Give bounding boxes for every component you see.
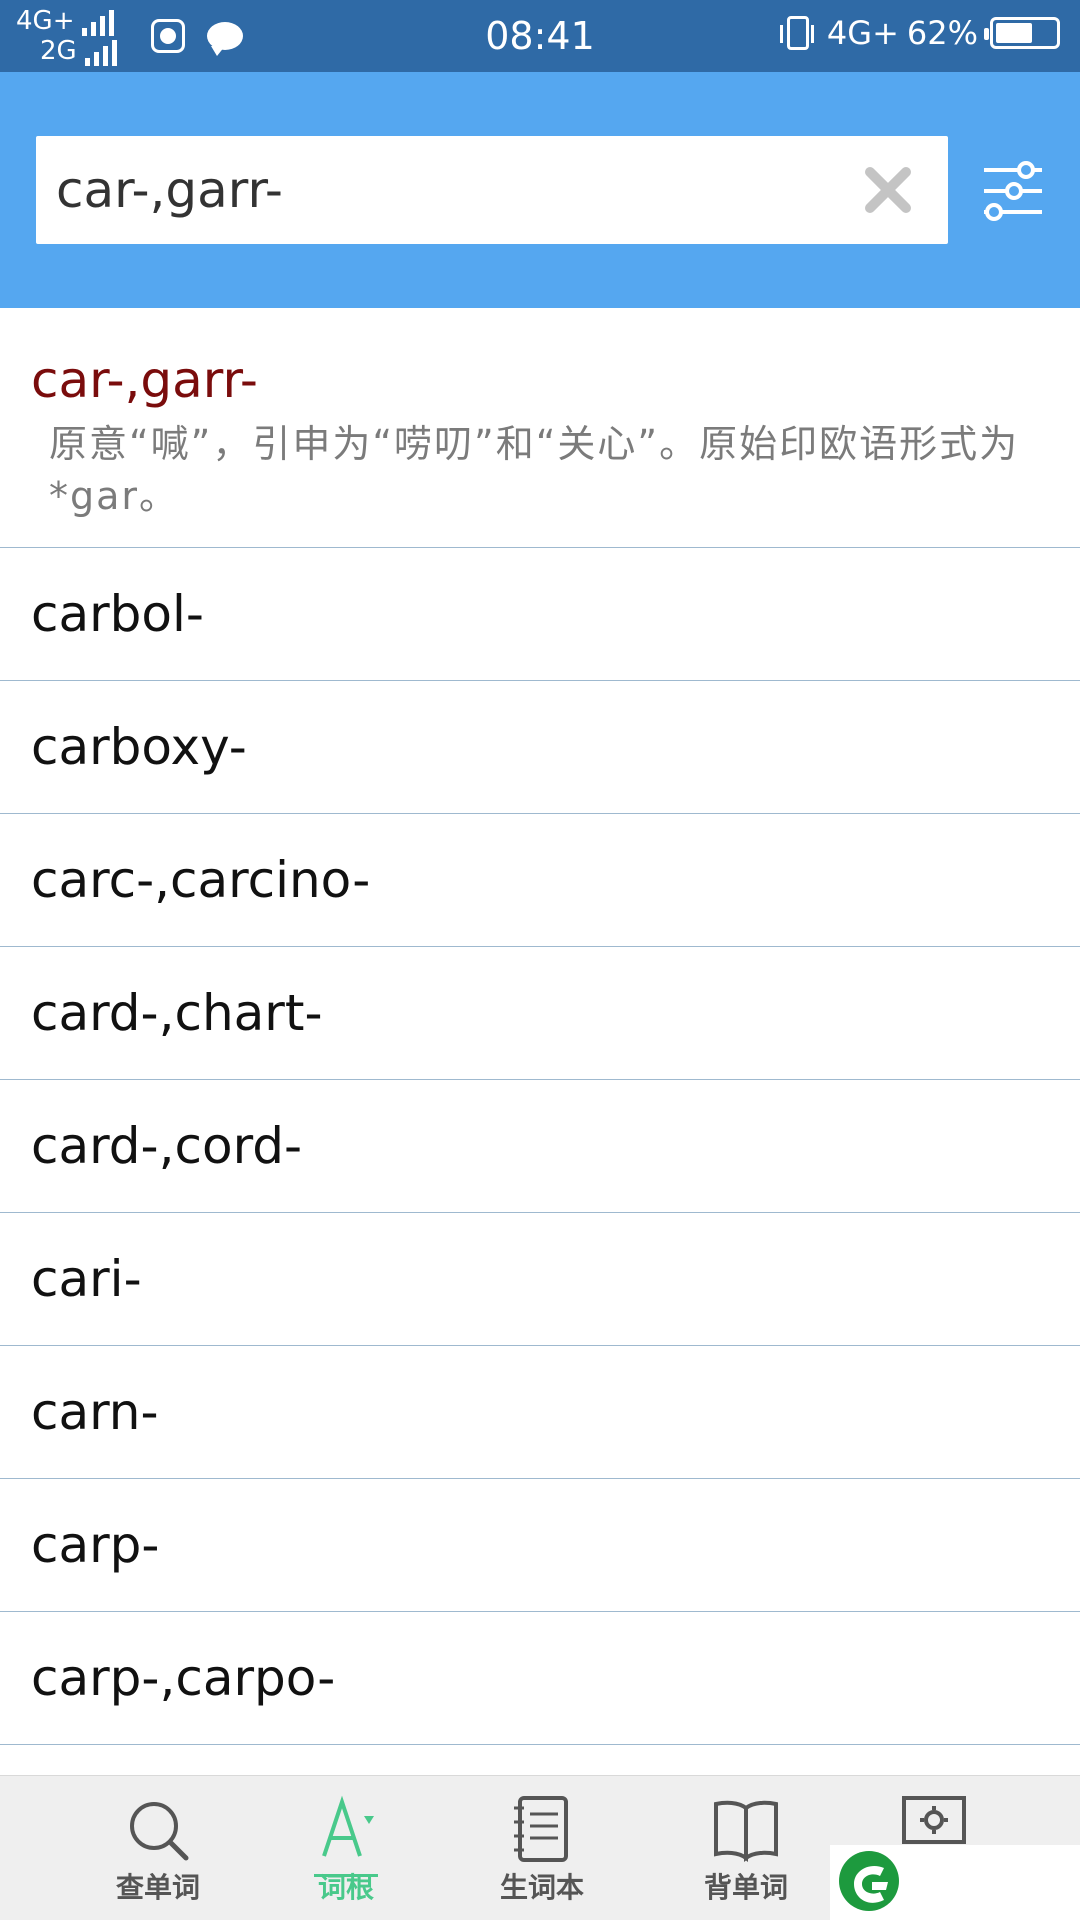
sliders-icon[interactable]: [980, 158, 1046, 224]
search-header: [0, 72, 1080, 308]
battery-percent: 62%: [906, 14, 978, 52]
nav-item-notebook[interactable]: 生词本: [462, 1794, 622, 1914]
nav-label: 生词本: [499, 1871, 584, 1904]
list-item[interactable]: carn-: [0, 1346, 1080, 1479]
result-list: car-,garr- 原意“喊”，引申为“唠叨”和“关心”。原始印欧语形式为 *…: [0, 308, 1080, 1745]
notebook-icon: [514, 1796, 568, 1862]
list-item[interactable]: cari-: [0, 1213, 1080, 1346]
list-item[interactable]: carc-,carcino-: [0, 814, 1080, 947]
status-right: 4G+ 62%: [779, 14, 1060, 52]
list-item[interactable]: card-,chart-: [0, 947, 1080, 1080]
nav-label: 背单词: [703, 1871, 788, 1904]
nav-label: 查单词: [115, 1871, 200, 1904]
battery-icon: [984, 17, 1060, 49]
search-box: [36, 136, 948, 244]
close-x-icon[interactable]: [858, 160, 918, 220]
search-icon: [130, 1802, 189, 1861]
featured-title: car-,garr-: [31, 351, 258, 409]
status-bar: 4G+ 2G 08:41 4G+ 62%: [0, 0, 1080, 72]
network-label-right: 4G+: [826, 14, 899, 52]
search-input[interactable]: [54, 136, 854, 244]
vibrate-icon: [779, 16, 814, 50]
battery-fill: [996, 23, 1032, 43]
nav-item-lookup[interactable]: 查单词: [78, 1794, 238, 1914]
watermark-logo-icon: [839, 1851, 899, 1911]
nav-item-memorize[interactable]: 背单词: [666, 1794, 826, 1914]
featured-result[interactable]: car-,garr- 原意“喊”，引申为“唠叨”和“关心”。原始印欧语形式为 *…: [0, 308, 1080, 548]
book-icon: [714, 1800, 778, 1862]
nav-item-word-root[interactable]: 词根: [266, 1794, 426, 1914]
list-item[interactable]: carbol-: [0, 548, 1080, 681]
word-root-icon: [322, 1795, 374, 1857]
list-item[interactable]: carboxy-: [0, 681, 1080, 814]
nav-label: 词根: [317, 1871, 374, 1904]
featured-description: 原意“喊”，引申为“唠叨”和“关心”。原始印欧语形式为 *gar。: [49, 422, 1020, 518]
list-item[interactable]: card-,cord-: [0, 1080, 1080, 1213]
list-item[interactable]: carp-: [0, 1479, 1080, 1612]
list-item[interactable]: carp-,carpo-: [0, 1612, 1080, 1745]
active-tab-indicator: [314, 1874, 378, 1877]
